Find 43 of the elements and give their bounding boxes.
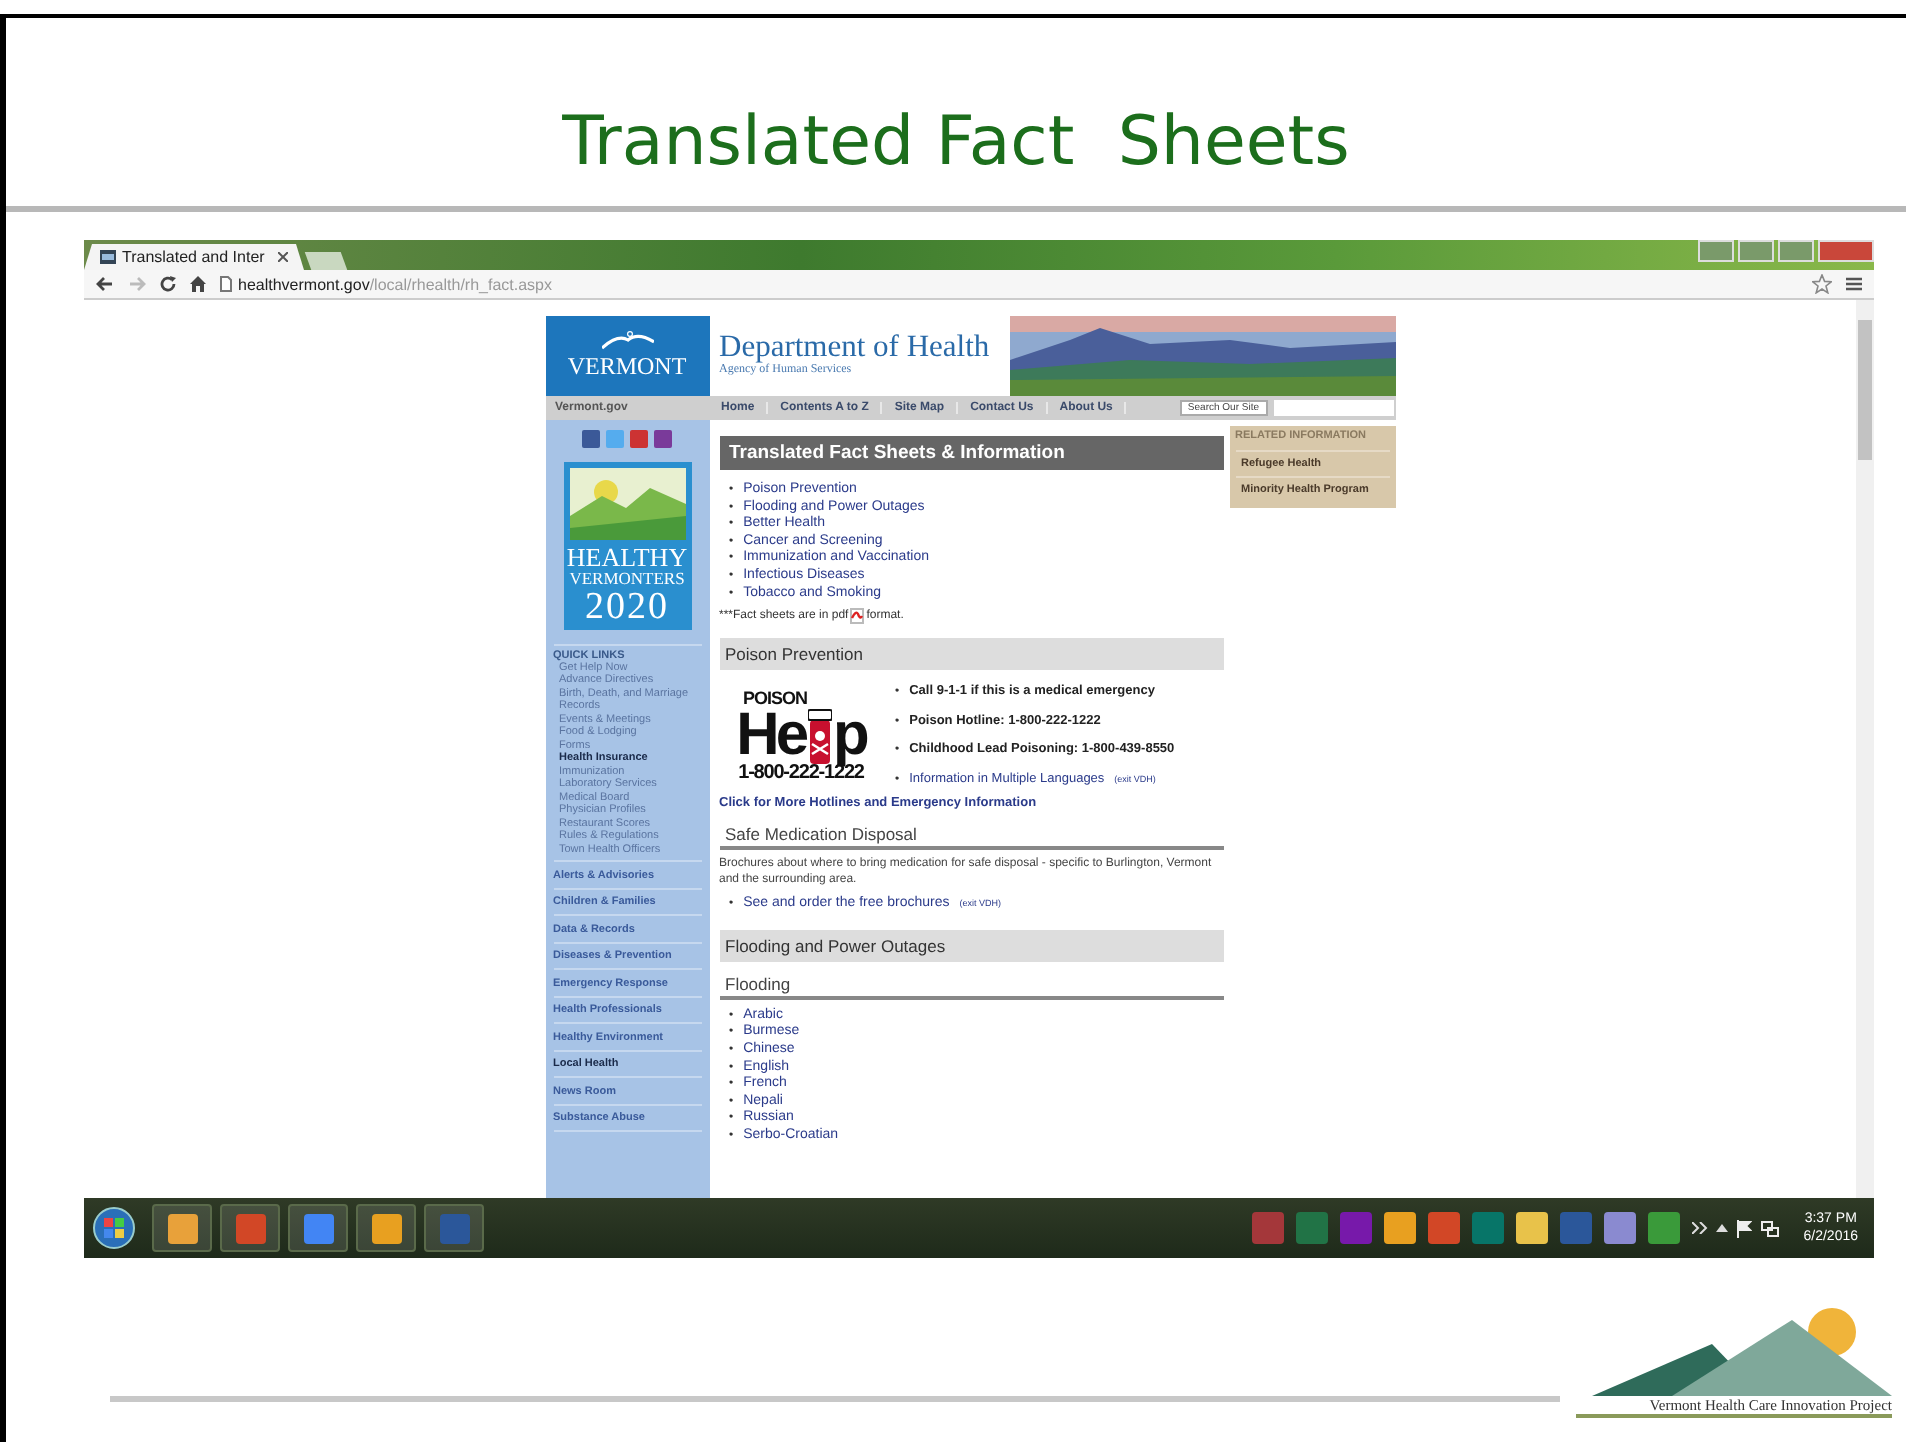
- app-icon[interactable]: [1515, 1212, 1548, 1244]
- search-field[interactable]: [1273, 400, 1393, 416]
- taskbar-app-icon[interactable]: [152, 1204, 212, 1252]
- app-icon[interactable]: [1603, 1212, 1636, 1244]
- minimize-button[interactable]: [1738, 240, 1774, 262]
- taskbar-app-icon[interactable]: [288, 1204, 348, 1252]
- home-icon[interactable]: [190, 276, 206, 292]
- subsection-heading: Safe Medication Disposal: [719, 824, 1223, 851]
- page-icon: [220, 276, 232, 292]
- slide-title: Translated Fact Sheets: [562, 102, 1350, 186]
- flag-icon[interactable]: [1735, 1219, 1752, 1237]
- network-icon[interactable]: [1759, 1219, 1780, 1237]
- up-arrow-icon[interactable]: [1715, 1224, 1728, 1232]
- close-button[interactable]: [1818, 240, 1874, 262]
- start-button[interactable]: [92, 1206, 136, 1250]
- forward-icon[interactable]: [128, 276, 146, 292]
- department-title: Department of Health: [719, 332, 992, 363]
- poison-help-logo[interactable]: POISON He p 1-800-222-1222: [719, 689, 883, 784]
- mountain-icon: [601, 330, 653, 350]
- section-heading: Flooding and Power Outages: [719, 929, 1223, 962]
- scrollbar[interactable]: [1856, 300, 1874, 1198]
- new-tab-button[interactable]: [304, 252, 348, 270]
- maximize-button[interactable]: [1778, 240, 1814, 262]
- taskbar-app-icon[interactable]: [356, 1204, 416, 1252]
- pdf-icon: [850, 608, 865, 625]
- menu-icon[interactable]: [1846, 276, 1862, 292]
- site-logo[interactable]: VERMONT: [545, 316, 709, 396]
- chevron-icon[interactable]: [1691, 1222, 1708, 1234]
- page-icon: [100, 250, 116, 264]
- page-heading: Translated Fact Sheets & Information: [719, 436, 1223, 470]
- star-icon[interactable]: [1812, 274, 1832, 294]
- poison-bottle-icon: [807, 707, 832, 764]
- app-icon[interactable]: [1383, 1212, 1416, 1244]
- landscape-drawing: [569, 468, 685, 540]
- subsection-heading: Flooding: [719, 973, 1223, 1000]
- taskbar-app-icon[interactable]: [220, 1204, 280, 1252]
- section-heading: Poison Prevention: [719, 638, 1223, 671]
- back-icon[interactable]: [96, 276, 114, 292]
- browser-tab[interactable]: Translated and Inter: [84, 244, 304, 270]
- healthy-vermonters-badge[interactable]: HEALTHY VERMONTERS 2020: [563, 462, 691, 629]
- reload-icon[interactable]: [160, 276, 176, 292]
- app-icon[interactable]: [1647, 1212, 1680, 1244]
- close-icon[interactable]: [278, 252, 288, 262]
